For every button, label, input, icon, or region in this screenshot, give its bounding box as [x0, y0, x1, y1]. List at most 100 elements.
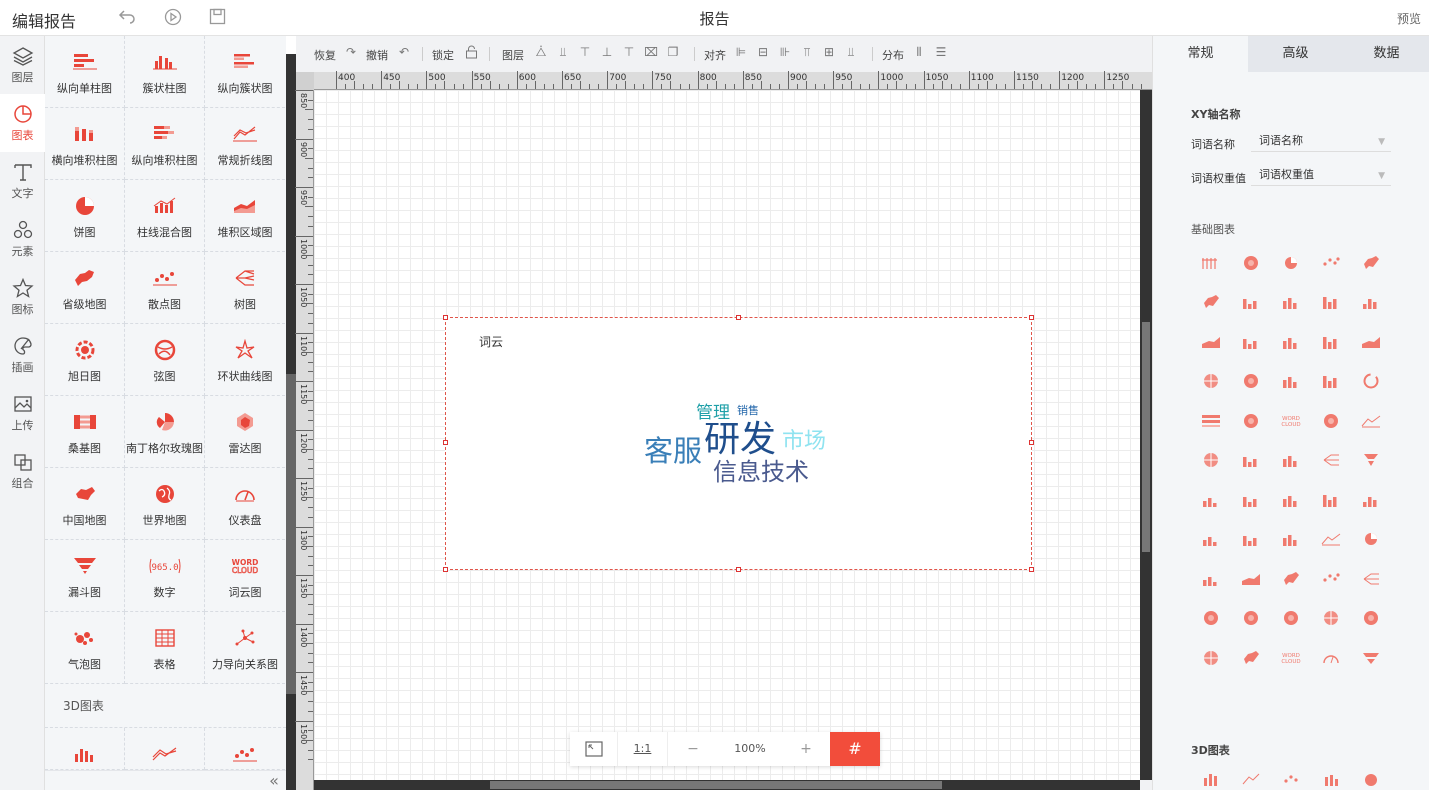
actual-size-button[interactable]: 1:1	[618, 732, 668, 766]
lock-icon[interactable]	[464, 45, 478, 61]
redo-label[interactable]: 恢复	[314, 47, 336, 63]
chart-type-option[interactable]	[1231, 243, 1271, 283]
resize-handle-se[interactable]	[1029, 567, 1034, 572]
back-icon[interactable]	[117, 8, 137, 28]
layer-up-icon[interactable]: ⧊	[534, 45, 548, 61]
chart-type-option[interactable]	[1351, 401, 1391, 441]
resize-handle-s[interactable]	[736, 567, 741, 572]
chart-type-3d-line[interactable]	[1231, 769, 1271, 789]
chart-type-option[interactable]	[1191, 283, 1231, 323]
word-name-select[interactable]: 词语名称 ▼	[1251, 132, 1391, 152]
zoom-in-button[interactable]: +	[782, 732, 830, 766]
palette-item-word-cloud[interactable]: WORD CLOUD 词云图	[205, 540, 285, 612]
chart-type-option[interactable]	[1311, 322, 1351, 362]
resize-handle-nw[interactable]	[443, 315, 448, 320]
palette-item-world-map[interactable]: 世界地图	[125, 468, 205, 540]
chart-type-option[interactable]	[1231, 401, 1271, 441]
layer-label[interactable]: 图层	[502, 47, 524, 63]
grid-toggle-button[interactable]: #	[830, 732, 880, 766]
palette-item-line[interactable]: 常规折线图	[205, 108, 285, 180]
nav-item-upload[interactable]: 上传	[0, 384, 45, 442]
chart-type-option[interactable]	[1311, 559, 1351, 599]
chart-type-option[interactable]: WORD CLOUD	[1271, 638, 1311, 678]
align-vcenter-icon[interactable]: ⊞	[822, 45, 836, 61]
chart-type-option[interactable]	[1231, 520, 1271, 560]
chart-type-option[interactable]: WORD CLOUD	[1271, 401, 1311, 441]
chart-type-option[interactable]	[1271, 362, 1311, 402]
chart-type-option[interactable]	[1231, 638, 1271, 678]
palette-item-vertical-clustered[interactable]: 纵向簇状图	[205, 36, 285, 108]
design-stage[interactable]: 词云 研发 客服 信息技术 市场 管理 销售	[314, 90, 1140, 780]
palette-item-tree[interactable]: 树图	[205, 252, 285, 324]
palette-item-funnel[interactable]: 漏斗图	[45, 540, 125, 612]
nav-item-text[interactable]: 文字	[0, 152, 45, 210]
chart-type-option[interactable]	[1311, 599, 1351, 639]
chart-type-option[interactable]	[1191, 559, 1231, 599]
palette-item-province-map[interactable]: 省级地图	[45, 252, 125, 324]
distribute-h-icon[interactable]: ⫴	[912, 45, 926, 61]
nav-item-illustration[interactable]: 插画	[0, 326, 45, 384]
palette-item-table[interactable]: 表格	[125, 612, 205, 684]
redo-icon[interactable]: ↷	[344, 45, 358, 61]
chart-type-option[interactable]	[1351, 362, 1391, 402]
resize-handle-ne[interactable]	[1029, 315, 1034, 320]
palette-item-scatter[interactable]: 散点图	[125, 252, 205, 324]
chart-type-option[interactable]	[1271, 480, 1311, 520]
collapse-chevrons-icon[interactable]: «	[262, 771, 286, 790]
chart-type-option[interactable]	[1191, 480, 1231, 520]
palette-item-china-map[interactable]: 中国地图	[45, 468, 125, 540]
chart-type-option[interactable]	[1351, 243, 1391, 283]
chart-type-option[interactable]	[1351, 520, 1391, 560]
palette-scrollbar[interactable]	[286, 54, 296, 790]
layer-top-icon[interactable]: ⫫	[556, 45, 570, 61]
chart-type-option[interactable]	[1311, 401, 1351, 441]
chart-type-3d-bar2[interactable]	[1311, 769, 1351, 789]
nav-item-charts[interactable]: 图表	[0, 94, 45, 152]
palette-item-nightingale-rose[interactable]: 南丁格尔玫瑰图	[125, 396, 205, 468]
chart-type-option[interactable]	[1191, 322, 1231, 362]
palette-item-ring-curve[interactable]: 环状曲线图	[205, 324, 285, 396]
palette-item-3d-bar[interactable]	[45, 728, 125, 770]
distribute-v-icon[interactable]: ☰	[934, 45, 948, 61]
copy-icon[interactable]: ❐	[666, 45, 680, 61]
nav-item-group[interactable]: 组合	[0, 442, 45, 500]
undo-icon[interactable]: ↶	[397, 45, 411, 61]
chart-type-option[interactable]	[1311, 520, 1351, 560]
fit-screen-button[interactable]	[570, 732, 618, 766]
chart-type-option[interactable]	[1351, 283, 1391, 323]
chart-type-option[interactable]	[1351, 322, 1391, 362]
chart-type-option[interactable]	[1311, 441, 1351, 481]
chart-type-option[interactable]	[1311, 243, 1351, 283]
tab-data[interactable]: 数据	[1343, 36, 1429, 72]
chart-type-option[interactable]	[1351, 559, 1391, 599]
chart-type-option[interactable]	[1271, 520, 1311, 560]
chart-type-option[interactable]	[1311, 480, 1351, 520]
delete-icon[interactable]: ⌧	[644, 45, 658, 61]
palette-item-radar[interactable]: 雷达图	[205, 396, 285, 468]
chart-type-option[interactable]	[1231, 441, 1271, 481]
palette-item-gauge[interactable]: 仪表盘	[205, 468, 285, 540]
layer-bottom-icon[interactable]: ⊥	[600, 45, 614, 61]
palette-item-vertical-stacked-bar[interactable]: 纵向堆积柱图	[125, 108, 205, 180]
chart-type-option[interactable]	[1231, 322, 1271, 362]
layer-down-icon[interactable]: ⊤	[578, 45, 592, 61]
undo-label[interactable]: 撤销	[366, 47, 388, 63]
chart-type-option[interactable]	[1271, 559, 1311, 599]
play-icon[interactable]	[163, 8, 183, 28]
save-icon[interactable]	[207, 8, 227, 28]
palette-item-chord[interactable]: 弦图	[125, 324, 205, 396]
chart-type-option[interactable]	[1191, 441, 1231, 481]
nav-item-layers[interactable]: 图层	[0, 36, 45, 94]
palette-item-vertical-single-bar[interactable]: 纵向单柱图	[45, 36, 125, 108]
palette-item-bar-line-combo[interactable]: 柱线混合图	[125, 180, 205, 252]
nav-item-elements[interactable]: 元素	[0, 210, 45, 268]
chart-type-option[interactable]	[1351, 480, 1391, 520]
stage-vertical-scrollbar[interactable]	[1140, 90, 1152, 780]
chart-type-3d-pie[interactable]	[1351, 769, 1391, 789]
chart-type-option[interactable]	[1191, 599, 1231, 639]
chart-type-option[interactable]	[1271, 283, 1311, 323]
chart-type-option[interactable]	[1191, 243, 1231, 283]
chart-type-option[interactable]	[1231, 480, 1271, 520]
zoom-out-button[interactable]: −	[668, 732, 718, 766]
chart-type-option[interactable]	[1191, 520, 1231, 560]
